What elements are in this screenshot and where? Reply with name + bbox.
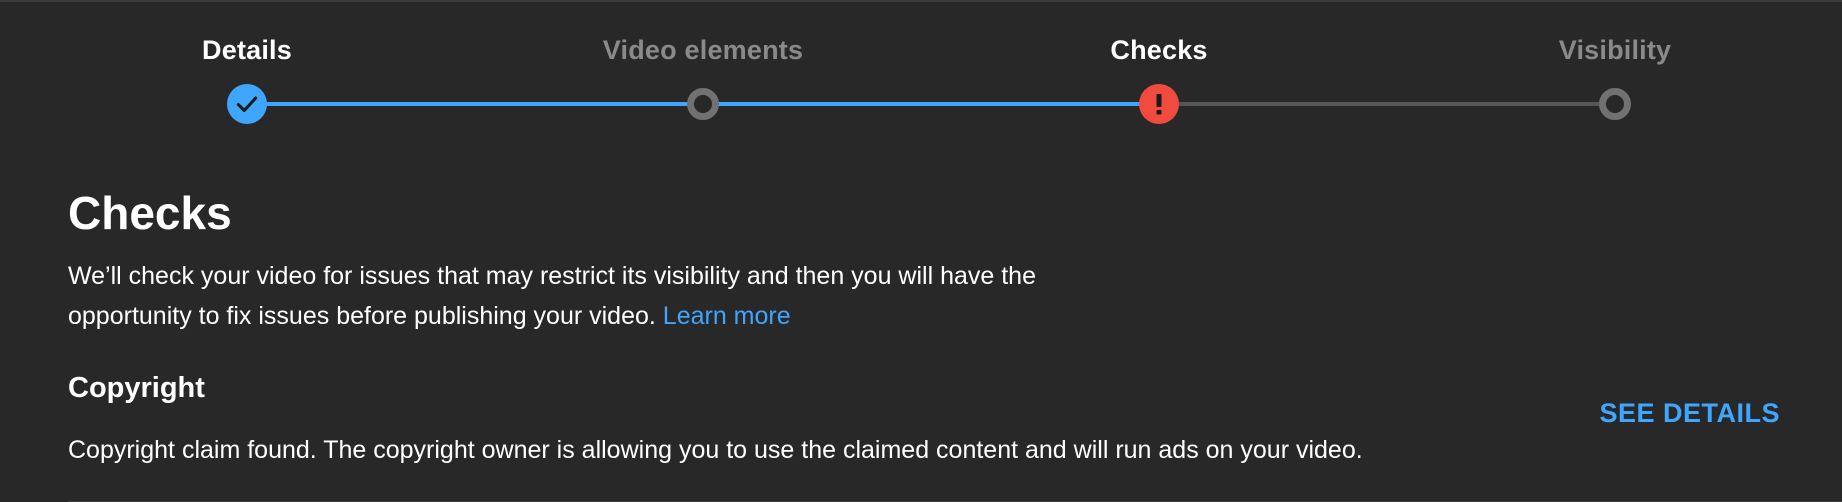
page-description-text: We’ll check your video for issues that m…	[68, 262, 1036, 330]
step-node-visibility[interactable]	[1599, 88, 1631, 120]
upload-stepper: Details Video elements Checks Visibility	[0, 2, 1842, 142]
copyright-description: Copyright claim found. The copyright own…	[68, 436, 1363, 464]
exclamation-icon	[1156, 94, 1162, 115]
page-description: We’ll check your video for issues that m…	[68, 256, 1148, 336]
upload-dialog: Details Video elements Checks Visibility…	[0, 0, 1842, 502]
checks-content: Checks We’ll check your video for issues…	[68, 182, 1788, 336]
stepper-track-checks-visibility	[1159, 102, 1615, 106]
see-details-button[interactable]: SEE DETAILS	[1599, 398, 1780, 429]
step-label-visibility[interactable]: Visibility	[1559, 35, 1672, 66]
copyright-section: Copyright Copyright claim found. The cop…	[68, 368, 1788, 468]
copyright-title: Copyright	[68, 372, 205, 404]
step-label-details[interactable]: Details	[202, 35, 292, 66]
step-node-video-elements[interactable]	[687, 88, 719, 120]
step-label-checks[interactable]: Checks	[1110, 35, 1207, 66]
stepper-track-details-video-elements	[247, 102, 703, 106]
learn-more-link[interactable]: Learn more	[663, 302, 791, 330]
page-title: Checks	[68, 187, 232, 239]
step-node-details[interactable]	[227, 84, 267, 124]
step-label-video-elements[interactable]: Video elements	[603, 35, 803, 66]
stepper-track-video-elements-checks	[703, 102, 1159, 106]
check-icon	[236, 96, 258, 113]
step-node-checks[interactable]	[1139, 84, 1179, 124]
